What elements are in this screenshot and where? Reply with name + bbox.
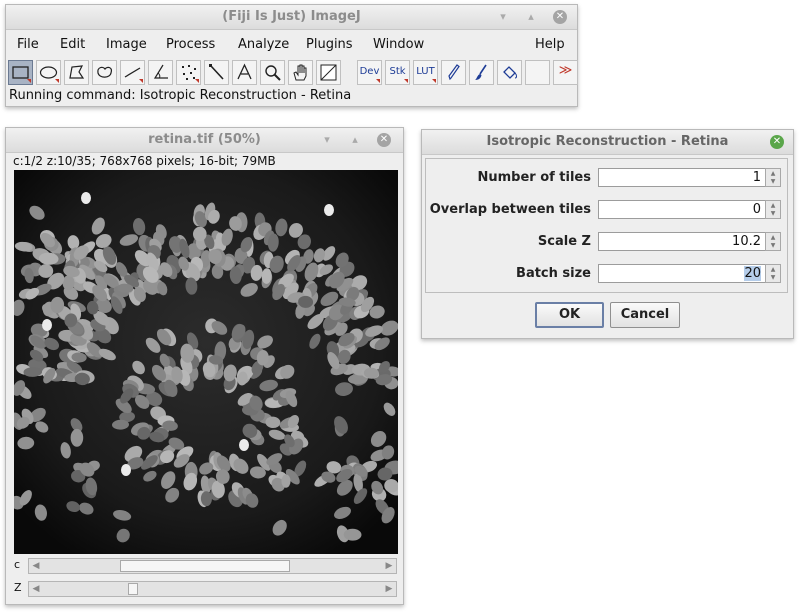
rectangle-selection-icon[interactable] [8,60,33,85]
tiles-spinner[interactable]: ▲ ▼ [765,168,781,187]
channel-slider-track[interactable]: ◀ ▶ [28,558,397,574]
menu-window[interactable]: Window [373,37,424,52]
isotropic-dialog: Isotropic Reconstruction - Retina ✕ Numb… [421,129,794,339]
z-slider[interactable]: Z ◀ ▶ [8,579,401,599]
status-bar: Running command: Isotropic Reconstructio… [9,88,352,103]
overlap-spinner[interactable]: ▲ ▼ [765,200,781,219]
angle-tool-icon[interactable] [148,60,173,85]
menu-bar: File Edit Image Process Analyze Plugins … [6,31,577,55]
imagej-main-window: (Fiji Is Just) ImageJ ▾ ▴ ✕ File Edit Im… [5,4,578,107]
color-picker-icon[interactable] [316,60,341,85]
menu-process[interactable]: Process [166,37,215,52]
overlap-field[interactable]: 0 [598,200,766,219]
image-titlebar[interactable]: retina.tif (50%) ▾ ▴ ✕ [6,128,403,153]
tiles-value: 1 [752,170,761,185]
batch-size-label: Batch size [516,266,591,281]
scale-z-value: 10.2 [732,234,761,249]
ok-button[interactable]: OK [535,302,604,328]
scale-z-field[interactable]: 10.2 [598,232,766,251]
nucleus-blob [239,439,249,451]
channel-slider[interactable]: c ◀ ▶ [8,556,401,576]
tiles-label: Number of tiles [477,170,591,185]
batch-size-value: 20 [744,266,761,281]
oval-selection-icon[interactable] [36,60,61,85]
z-slider-label: Z [14,581,22,594]
channel-slider-label: c [14,558,21,571]
batch-size-spinner[interactable]: ▲ ▼ [765,264,781,283]
magnifier-icon[interactable] [260,60,285,85]
minimize-icon[interactable]: ▾ [320,133,334,147]
menu-image[interactable]: Image [106,37,147,52]
maximize-icon[interactable]: ▴ [524,10,538,24]
close-icon[interactable]: ✕ [553,10,567,24]
hand-tool-icon[interactable] [288,60,313,85]
image-window: retina.tif (50%) ▾ ▴ ✕ c:1/2 z:10/35; 76… [5,127,404,605]
lut-menu-icon[interactable]: LUT [413,60,438,85]
tiles-field[interactable]: 1 [598,168,766,187]
nucleus-blob [324,204,334,216]
text-tool-icon[interactable] [232,60,257,85]
main-titlebar[interactable]: (Fiji Is Just) ImageJ ▾ ▴ ✕ [6,5,577,30]
channel-right-arrow-icon[interactable]: ▶ [382,559,396,573]
z-slider-thumb[interactable] [127,583,138,595]
scale-z-label: Scale Z [537,234,591,249]
nucleus-blob [121,464,131,476]
close-icon[interactable]: ✕ [377,133,391,147]
image-window-title: retina.tif (50%) [148,132,261,147]
menu-help[interactable]: Help [535,37,565,52]
menu-edit[interactable]: Edit [60,37,85,52]
scale-z-spinner[interactable]: ▲ ▼ [765,232,781,251]
dialog-form: Number of tiles 1 ▲ ▼ Overlap between til… [425,158,788,293]
cancel-button[interactable]: Cancel [610,302,680,328]
z-right-arrow-icon[interactable]: ▶ [382,582,396,596]
dialog-titlebar[interactable]: Isotropic Reconstruction - Retina ✕ [422,130,793,155]
image-info: c:1/2 z:10/35; 768x768 pixels; 16-bit; 7… [13,154,276,168]
z-left-arrow-icon[interactable]: ◀ [29,582,43,596]
freehand-selection-icon[interactable] [92,60,117,85]
menu-plugins[interactable]: Plugins [306,37,353,52]
dialog-title: Isotropic Reconstruction - Retina [486,134,729,149]
channel-left-arrow-icon[interactable]: ◀ [29,559,43,573]
empty-tool-slot [525,60,550,85]
menu-file[interactable]: File [17,37,39,52]
minimize-icon[interactable]: ▾ [496,10,510,24]
multipoint-tool-icon[interactable] [176,60,201,85]
maximize-icon[interactable]: ▴ [348,133,362,147]
pencil-icon[interactable] [441,60,466,85]
flood-fill-icon[interactable] [497,60,522,85]
menu-analyze[interactable]: Analyze [238,37,289,52]
polygon-selection-icon[interactable] [64,60,89,85]
line-selection-icon[interactable] [120,60,145,85]
nucleus-blob [70,428,84,447]
channel-slider-thumb[interactable] [119,560,290,572]
microscopy-image [14,170,398,554]
wand-tool-icon[interactable] [204,60,229,85]
more-tools-icon[interactable]: ≫ [553,60,578,85]
stack-menu-icon[interactable]: Stk [385,60,410,85]
brush-icon[interactable] [469,60,494,85]
nucleus-blob [81,192,91,204]
overlap-label: Overlap between tiles [429,202,591,217]
close-icon[interactable]: ✕ [770,135,784,149]
image-canvas[interactable] [14,170,398,554]
developer-menu-icon[interactable]: Dev [357,60,382,85]
batch-size-field[interactable]: 20 [598,264,766,283]
main-window-title: (Fiji Is Just) ImageJ [222,9,361,24]
nucleus-blob [42,319,52,331]
overlap-value: 0 [752,202,761,217]
z-slider-track[interactable]: ◀ ▶ [28,581,397,597]
